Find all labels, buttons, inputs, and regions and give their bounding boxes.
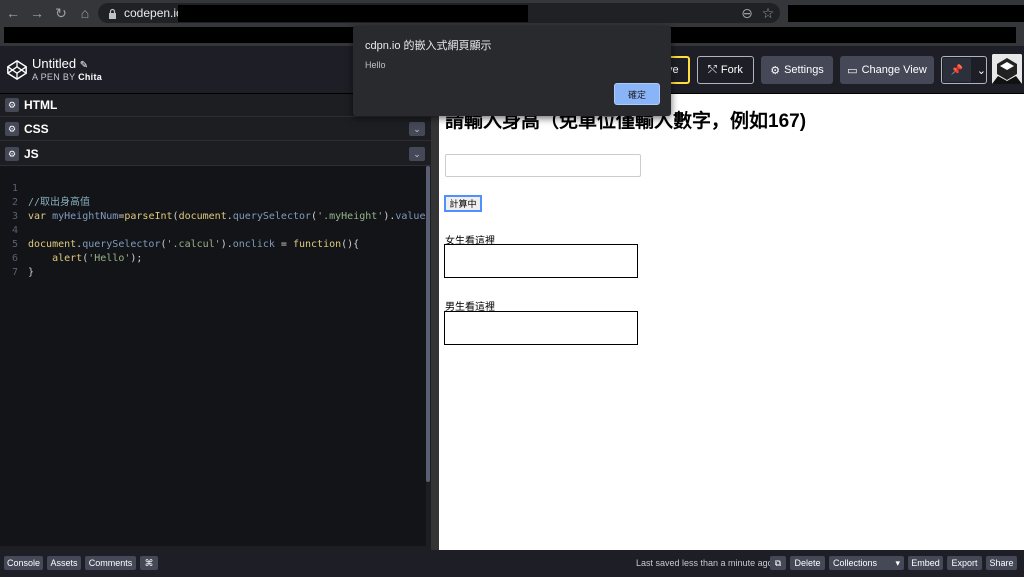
- bookmark-star-icon[interactable]: ☆: [757, 2, 779, 24]
- js-settings-gear-icon[interactable]: ⚙: [5, 147, 19, 161]
- calculate-button[interactable]: 計算中: [444, 195, 482, 212]
- dialog-message: Hello: [365, 60, 386, 70]
- embed-button[interactable]: Embed: [908, 556, 943, 570]
- author-link[interactable]: Chita: [78, 72, 102, 82]
- collections-button[interactable]: Collections ▾: [829, 556, 904, 570]
- code-line: 7: [11, 267, 18, 278]
- pin-icon: 📌: [943, 58, 971, 82]
- export-button[interactable]: Export: [947, 556, 982, 570]
- redacted-url: [178, 5, 528, 22]
- female-result-box: [444, 244, 638, 278]
- fork-button[interactable]: ⤲ Fork: [697, 56, 754, 84]
- console-button[interactable]: Console: [4, 556, 43, 570]
- forward-icon[interactable]: →: [26, 2, 48, 24]
- assets-button[interactable]: Assets: [47, 556, 81, 570]
- js-code-editor[interactable]: 1 //取出身高值 2 var myHeightNum=parseInt(doc…: [0, 166, 432, 546]
- edit-pencil-icon[interactable]: ✎: [80, 60, 88, 71]
- last-saved-status: Last saved less than a minute ago: [636, 558, 773, 568]
- js-chevron-down-icon[interactable]: ⌄: [409, 147, 425, 161]
- layout-icon: ▭: [847, 64, 858, 77]
- code-line: 3: [11, 211, 18, 222]
- js-editor-header[interactable]: ⚙ JS ⌄: [0, 143, 431, 166]
- pin-button[interactable]: 📌 ⌄: [941, 56, 987, 84]
- height-input[interactable]: [445, 154, 641, 177]
- code-line: 1 //取出身高值: [11, 183, 91, 208]
- home-icon[interactable]: ⌂: [74, 2, 96, 24]
- css-editor-header[interactable]: ⚙ CSS ⌄: [0, 118, 431, 141]
- dialog-title: cdpn.io 的嵌入式網頁顯示: [365, 40, 492, 52]
- open-external-icon[interactable]: ⧉: [770, 556, 786, 570]
- code-line: 2 var myHeightNum=parseInt(document.quer…: [11, 197, 432, 222]
- comments-button[interactable]: Comments: [85, 556, 136, 570]
- lock-icon: [108, 8, 118, 19]
- male-result-box: [444, 311, 638, 345]
- back-icon[interactable]: ←: [2, 2, 24, 24]
- settings-button[interactable]: ⚙ Settings: [761, 56, 833, 84]
- code-line: 5 alert('Hello');: [11, 239, 143, 264]
- delete-button[interactable]: Delete: [790, 556, 825, 570]
- fork-icon: ⤲: [708, 63, 717, 76]
- alert-dialog: cdpn.io 的嵌入式網頁顯示 Hello 確定: [353, 26, 671, 116]
- redacted-extensions: [788, 5, 1024, 22]
- css-chevron-down-icon[interactable]: ⌄: [409, 122, 425, 136]
- html-settings-gear-icon[interactable]: ⚙: [5, 98, 19, 112]
- change-view-button[interactable]: ▭ Change View: [840, 56, 934, 84]
- codepen-logo-icon[interactable]: [6, 59, 28, 81]
- zoom-icon[interactable]: ⊖: [736, 2, 758, 24]
- code-line: 4 document.querySelector('.calcul').oncl…: [11, 225, 360, 250]
- share-button[interactable]: Share: [986, 556, 1017, 570]
- code-line: 6 }: [11, 253, 35, 278]
- collections-chevron-icon: ▾: [895, 557, 900, 568]
- pen-title[interactable]: Untitled ✎: [32, 56, 88, 71]
- codepen-footer: Console Assets Comments ⌘ Last saved les…: [0, 550, 1024, 577]
- avatar[interactable]: [992, 54, 1022, 84]
- dialog-ok-button[interactable]: 確定: [614, 83, 660, 105]
- css-settings-gear-icon[interactable]: ⚙: [5, 122, 19, 136]
- pen-author: A PEN BY Chita: [32, 72, 103, 82]
- reload-icon[interactable]: ↻: [50, 2, 72, 24]
- chevron-down-icon[interactable]: ⌄: [977, 64, 986, 77]
- gear-icon: ⚙: [770, 64, 781, 77]
- url-text: codepen.io/: [124, 6, 187, 20]
- panel-resize-handle[interactable]: [431, 94, 439, 550]
- keyboard-shortcut-icon[interactable]: ⌘: [140, 556, 158, 570]
- editor-scrollbar[interactable]: [426, 166, 430, 482]
